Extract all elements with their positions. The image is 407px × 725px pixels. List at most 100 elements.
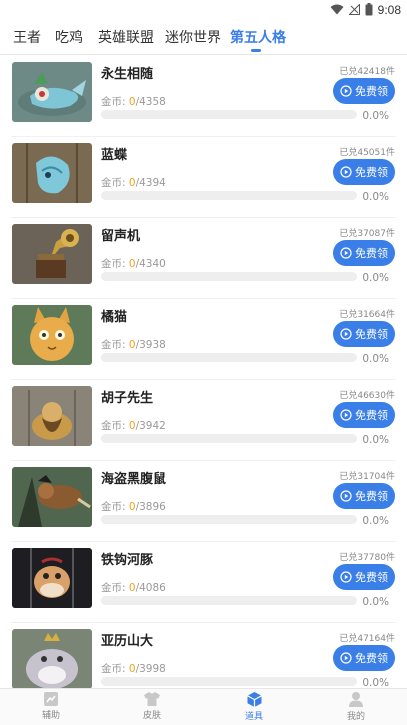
list-item[interactable]: 留声机 已兑37087件 免费领 金币: 0/4340 0.0% bbox=[0, 218, 407, 299]
item-name: 橘猫 bbox=[101, 310, 128, 325]
progress-bar bbox=[101, 434, 357, 443]
tab-lol[interactable]: 英雄联盟 bbox=[98, 27, 154, 47]
claim-free-label: 免费领 bbox=[355, 490, 388, 503]
redeemed-count: 已兑37087件 bbox=[339, 229, 395, 239]
item-name: 永生相随 bbox=[101, 67, 154, 82]
item-image bbox=[12, 629, 92, 688]
claim-free-button[interactable]: 免费领 bbox=[333, 321, 395, 347]
coin-progress-text: 金币: 0/4394 bbox=[101, 175, 166, 190]
item-name: 蓝蝶 bbox=[101, 148, 128, 163]
item-image bbox=[12, 386, 92, 446]
coin-progress-text: 金币: 0/4340 bbox=[101, 256, 166, 271]
list-item[interactable]: 蓝蝶 已兑45051件 免费领 金币: 0/4394 0.0% bbox=[0, 137, 407, 218]
item-image bbox=[12, 224, 92, 284]
list-item[interactable]: 亚历山大 已兑47164件 免费领 金币: 0/3998 0.0% bbox=[0, 623, 407, 688]
progress-bar bbox=[101, 191, 357, 200]
claim-free-label: 免费领 bbox=[355, 571, 388, 584]
progress-bar bbox=[101, 272, 357, 281]
progress-bar bbox=[101, 353, 357, 362]
nav-label: 皮肤 bbox=[142, 711, 161, 721]
tab-chiji[interactable]: 吃鸡 bbox=[55, 27, 83, 47]
redeemed-count: 已兑46630件 bbox=[339, 391, 395, 401]
play-circle-icon bbox=[340, 490, 352, 502]
item-image bbox=[12, 143, 92, 203]
progress-percent: 0.0% bbox=[362, 515, 389, 527]
wifi-icon bbox=[330, 4, 344, 15]
coins-current: 0 bbox=[128, 96, 136, 108]
nav-assist[interactable]: 辅助 bbox=[21, 691, 81, 725]
list-item[interactable]: 胡子先生 已兑46630件 免费领 金币: 0/3942 0.0% bbox=[0, 380, 407, 461]
category-tabs: 王者 吃鸡 英雄联盟 迷你世界 第五人格 bbox=[0, 19, 407, 55]
play-circle-icon bbox=[340, 247, 352, 259]
bottom-nav: 辅助 皮肤 道具 我的 bbox=[0, 688, 407, 725]
coins-current: 0 bbox=[128, 420, 136, 432]
list-item[interactable]: 海盗黑腹鼠 已兑31704件 免费领 金币: 0/3896 0.0% bbox=[0, 461, 407, 542]
user-icon bbox=[349, 692, 363, 707]
coins-current: 0 bbox=[128, 663, 136, 675]
item-name: 海盗黑腹鼠 bbox=[101, 472, 167, 487]
progress-bar bbox=[101, 515, 357, 524]
play-circle-icon bbox=[340, 328, 352, 340]
coins-current: 0 bbox=[128, 177, 136, 189]
list-item[interactable]: 铁钩河豚 已兑37780件 免费领 金币: 0/4086 0.0% bbox=[0, 542, 407, 623]
redeemed-count: 已兑37780件 bbox=[339, 553, 395, 563]
nav-label: 我的 bbox=[346, 712, 365, 722]
claim-free-label: 免费领 bbox=[355, 247, 388, 260]
claim-free-button[interactable]: 免费领 bbox=[333, 402, 395, 428]
tab-identity-v[interactable]: 第五人格 bbox=[230, 27, 286, 47]
coins-current: 0 bbox=[128, 501, 136, 513]
claim-free-button[interactable]: 免费领 bbox=[333, 240, 395, 266]
claim-free-button[interactable]: 免费领 bbox=[333, 564, 395, 590]
claim-free-label: 免费领 bbox=[355, 409, 388, 422]
claim-free-button[interactable]: 免费领 bbox=[333, 645, 395, 671]
list-item[interactable]: 永生相随 已兑42418件 免费领 金币: 0/4358 0.0% bbox=[0, 56, 407, 137]
coins-label: 金币: bbox=[101, 177, 126, 189]
nav-me[interactable]: 我的 bbox=[326, 691, 386, 725]
list-item[interactable]: 橘猫 已兑31664件 免费领 金币: 0/3938 0.0% bbox=[0, 299, 407, 380]
coins-label: 金币: bbox=[101, 663, 126, 675]
nav-skins[interactable]: 皮肤 bbox=[122, 691, 182, 725]
coin-progress-text: 金币: 0/3896 bbox=[101, 499, 166, 514]
item-image bbox=[12, 467, 92, 527]
item-image bbox=[12, 548, 92, 608]
item-name: 亚历山大 bbox=[101, 634, 154, 649]
redeemed-count: 已兑45051件 bbox=[339, 148, 395, 158]
claim-free-button[interactable]: 免费领 bbox=[333, 159, 395, 185]
coins-current: 0 bbox=[128, 582, 136, 594]
play-circle-icon bbox=[340, 571, 352, 583]
coin-progress-text: 金币: 0/4086 bbox=[101, 580, 166, 595]
coins-total: /3938 bbox=[135, 339, 166, 351]
item-name: 胡子先生 bbox=[101, 391, 154, 406]
claim-free-button[interactable]: 免费领 bbox=[333, 78, 395, 104]
coins-total: /4394 bbox=[135, 177, 166, 189]
item-image bbox=[12, 305, 92, 365]
active-tab-indicator bbox=[251, 49, 261, 52]
claim-free-label: 免费领 bbox=[355, 328, 388, 341]
coins-total: /3998 bbox=[135, 663, 166, 675]
item-list[interactable]: 永生相随 已兑42418件 免费领 金币: 0/4358 0.0% 蓝蝶 已兑4… bbox=[0, 56, 407, 688]
claim-free-button[interactable]: 免费领 bbox=[333, 483, 395, 509]
progress-bar bbox=[101, 677, 357, 686]
progress-percent: 0.0% bbox=[362, 434, 389, 446]
claim-free-label: 免费领 bbox=[355, 166, 388, 179]
progress-bar bbox=[101, 110, 357, 119]
progress-percent: 0.0% bbox=[362, 272, 389, 284]
tab-mini-world[interactable]: 迷你世界 bbox=[165, 27, 221, 47]
claim-free-label: 免费领 bbox=[355, 85, 388, 98]
coins-label: 金币: bbox=[101, 501, 126, 513]
progress-percent: 0.0% bbox=[362, 110, 389, 122]
coins-total: /4086 bbox=[135, 582, 166, 594]
redeemed-count: 已兑47164件 bbox=[339, 634, 395, 644]
nav-items[interactable]: 道具 bbox=[224, 691, 284, 725]
play-circle-icon bbox=[340, 409, 352, 421]
play-circle-icon bbox=[340, 85, 352, 97]
nav-label: 道具 bbox=[244, 712, 263, 722]
progress-percent: 0.0% bbox=[362, 191, 389, 203]
progress-percent: 0.0% bbox=[362, 353, 389, 365]
coin-progress-text: 金币: 0/3998 bbox=[101, 661, 166, 676]
coin-progress-text: 金币: 0/4358 bbox=[101, 94, 166, 109]
tab-wangzhe[interactable]: 王者 bbox=[13, 27, 41, 47]
status-time: 9:08 bbox=[377, 2, 401, 17]
coins-current: 0 bbox=[128, 258, 136, 270]
coins-label: 金币: bbox=[101, 420, 126, 432]
